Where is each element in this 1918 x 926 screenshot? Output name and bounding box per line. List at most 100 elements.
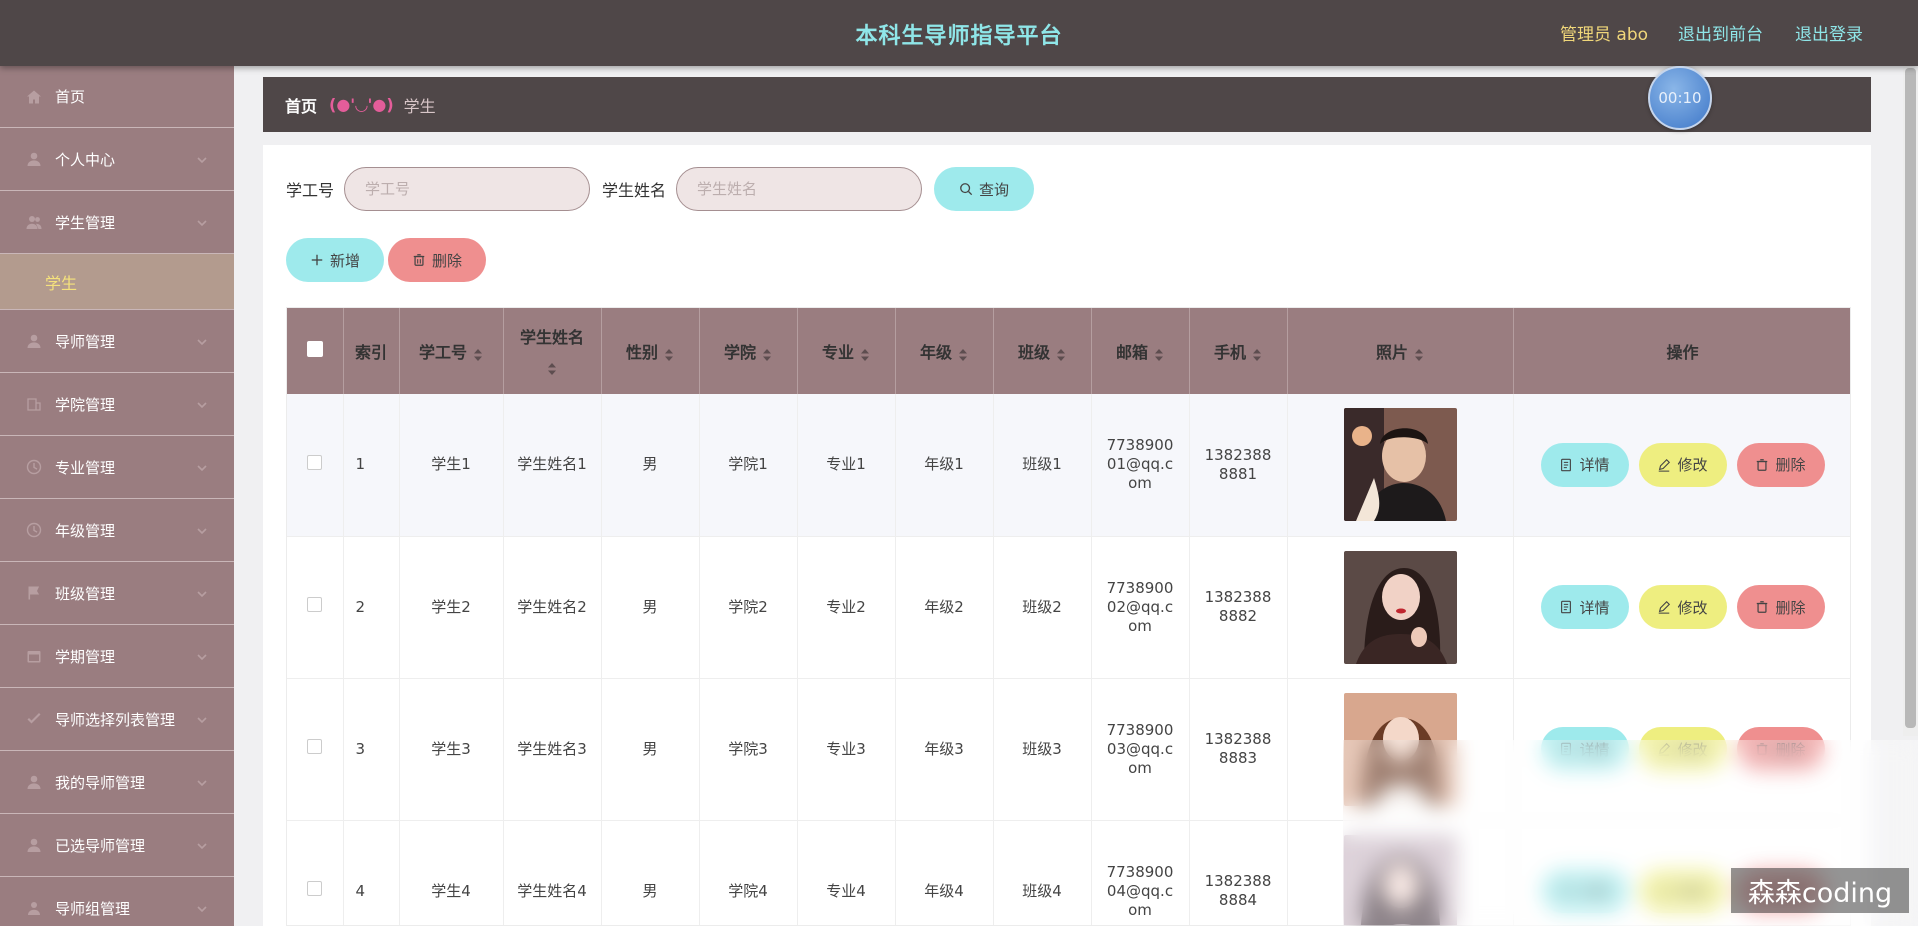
column-header-1[interactable]: 学工号 [399, 308, 504, 394]
cell-gender: 男 [601, 536, 700, 679]
sort-icon[interactable] [547, 358, 557, 375]
group-icon [25, 899, 43, 917]
back-to-front-link[interactable]: 退出到前台 [1678, 20, 1763, 45]
column-header-0: 索引 [343, 308, 400, 394]
column-header-8[interactable]: 邮箱 [1091, 308, 1190, 394]
sort-icon[interactable] [664, 347, 674, 361]
sort-icon[interactable] [473, 347, 483, 361]
sidebar-item-label: 个人中心 [55, 150, 116, 169]
column-header-10[interactable]: 照片 [1287, 308, 1514, 394]
sort-icon[interactable] [762, 347, 772, 361]
sort-icon[interactable] [1056, 347, 1066, 361]
cell-major: 专业1 [797, 394, 896, 537]
column-header-label: 班级 [1017, 343, 1050, 362]
sort-icon[interactable] [958, 347, 968, 361]
sidebar-item-1[interactable]: 个人中心 [0, 128, 234, 191]
cell-name: 学生姓名1 [503, 394, 602, 537]
column-header-7[interactable]: 班级 [993, 308, 1092, 394]
column-header-6[interactable]: 年级 [895, 308, 994, 394]
select-all-cell [287, 308, 344, 394]
row-checkbox[interactable] [307, 597, 323, 612]
student-photo[interactable] [1343, 550, 1457, 664]
sidebar-item-10[interactable]: 我的导师管理 [0, 751, 234, 814]
breadcrumb-home[interactable]: 首页 [285, 93, 317, 117]
delete-button[interactable]: 删除 [1736, 585, 1825, 629]
sidebar-item-3[interactable]: 导师管理 [0, 310, 234, 373]
row-checkbox[interactable] [307, 881, 323, 896]
sidebar-item-11[interactable]: 已选导师管理 [0, 814, 234, 877]
chevron-down-icon [196, 152, 208, 164]
pencil-icon [1659, 600, 1671, 614]
cell-major: 专业2 [797, 536, 896, 679]
student-photo[interactable] [1343, 408, 1457, 522]
sort-icon[interactable] [1154, 347, 1164, 361]
sidebar-item-2[interactable]: 学生管理 [0, 191, 234, 254]
timer-badge[interactable]: 00:10 [1648, 66, 1712, 130]
cell-name: 学生姓名3 [503, 678, 602, 821]
column-header-4[interactable]: 学院 [699, 308, 798, 394]
users-icon [25, 213, 43, 231]
sidebar-item-12[interactable]: 导师组管理 [0, 877, 234, 926]
edit-button[interactable]: 修改 [1638, 442, 1727, 487]
sidebar-item-4[interactable]: 学院管理 [0, 373, 234, 436]
chevron-down-icon [196, 901, 208, 913]
query-button[interactable]: 查询 [934, 167, 1035, 211]
sort-icon[interactable] [860, 347, 870, 361]
row-select-cell [287, 820, 344, 925]
column-header-label: 邮箱 [1115, 343, 1148, 362]
table-row[interactable]: 1 学生1 学生姓名1 男学院1 专业1 年级1 班级1 773890001@qq.com 13… [287, 394, 1850, 537]
column-header-9[interactable]: 手机 [1189, 308, 1288, 394]
row-checkbox[interactable] [307, 739, 323, 754]
sidebar-item-9[interactable]: 导师选择列表管理 [0, 688, 234, 751]
page-scrollbar[interactable] [1903, 66, 1918, 736]
cell-major: 专业4 [797, 820, 896, 925]
detail-button[interactable]: 详情 [1540, 585, 1629, 629]
sort-icon[interactable] [1414, 347, 1424, 361]
add-button-label: 新增 [329, 251, 360, 270]
edit-button-label: 修改 [1677, 598, 1708, 617]
delete-button[interactable]: 删除 [1736, 442, 1825, 487]
table-row[interactable]: 2 学生2 学生姓名2 男学院2 专业2 年级2 班级2 773890002@qq.com 13… [287, 536, 1850, 679]
sidebar-item-0[interactable]: 首页 [0, 66, 234, 128]
cell-class: 班级4 [993, 820, 1092, 925]
logout-link[interactable]: 退出登录 [1795, 20, 1863, 45]
trash-icon [1757, 458, 1768, 471]
cell-email: 773890001@qq.com [1091, 394, 1190, 537]
add-button[interactable]: 新增 [286, 238, 384, 282]
user-icon [25, 332, 43, 350]
row-checkbox[interactable] [307, 454, 323, 470]
search-form: 学工号 学生姓名 查询 [286, 167, 1035, 211]
cell-phone: 13823888882 [1189, 536, 1288, 679]
sidebar-item-8[interactable]: 学期管理 [0, 625, 234, 688]
cell-email: 773890004@qq.com [1091, 820, 1190, 925]
student-name-input[interactable] [676, 167, 923, 211]
sort-icon[interactable] [1252, 347, 1262, 361]
edit-button[interactable]: 修改 [1638, 585, 1727, 629]
cell-college: 学院4 [699, 820, 798, 925]
column-header-5[interactable]: 专业 [797, 308, 896, 394]
document-icon [1561, 458, 1572, 472]
cell-class: 班级2 [993, 536, 1092, 679]
column-header-2[interactable]: 学生姓名 [503, 308, 602, 394]
column-header-label: 年级 [919, 343, 952, 362]
detail-button[interactable]: 详情 [1540, 442, 1629, 487]
sidebar-item-label: 年级管理 [55, 521, 116, 540]
sidebar-subitem-student[interactable]: 学生 [0, 254, 234, 310]
query-button-label: 查询 [979, 180, 1010, 199]
sidebar-item-7[interactable]: 班级管理 [0, 562, 234, 625]
search-icon [960, 183, 973, 196]
scrollbar-thumb[interactable] [1905, 68, 1916, 728]
student-no-input[interactable] [344, 167, 591, 211]
sidebar-item-label: 导师管理 [55, 332, 116, 351]
column-header-label: 索引 [354, 343, 387, 362]
watermark: 森森coding [1731, 868, 1909, 913]
column-header-label: 照片 [1375, 343, 1408, 362]
column-header-3[interactable]: 性别 [601, 308, 700, 394]
batch-delete-button[interactable]: 删除 [388, 238, 486, 282]
building-icon [25, 395, 43, 413]
sidebar-item-5[interactable]: 专业管理 [0, 436, 234, 499]
sidebar-item-6[interactable]: 年级管理 [0, 499, 234, 562]
clock-icon [25, 458, 43, 476]
cell-grade: 年级1 [895, 394, 994, 537]
select-all-checkbox[interactable] [306, 341, 323, 357]
